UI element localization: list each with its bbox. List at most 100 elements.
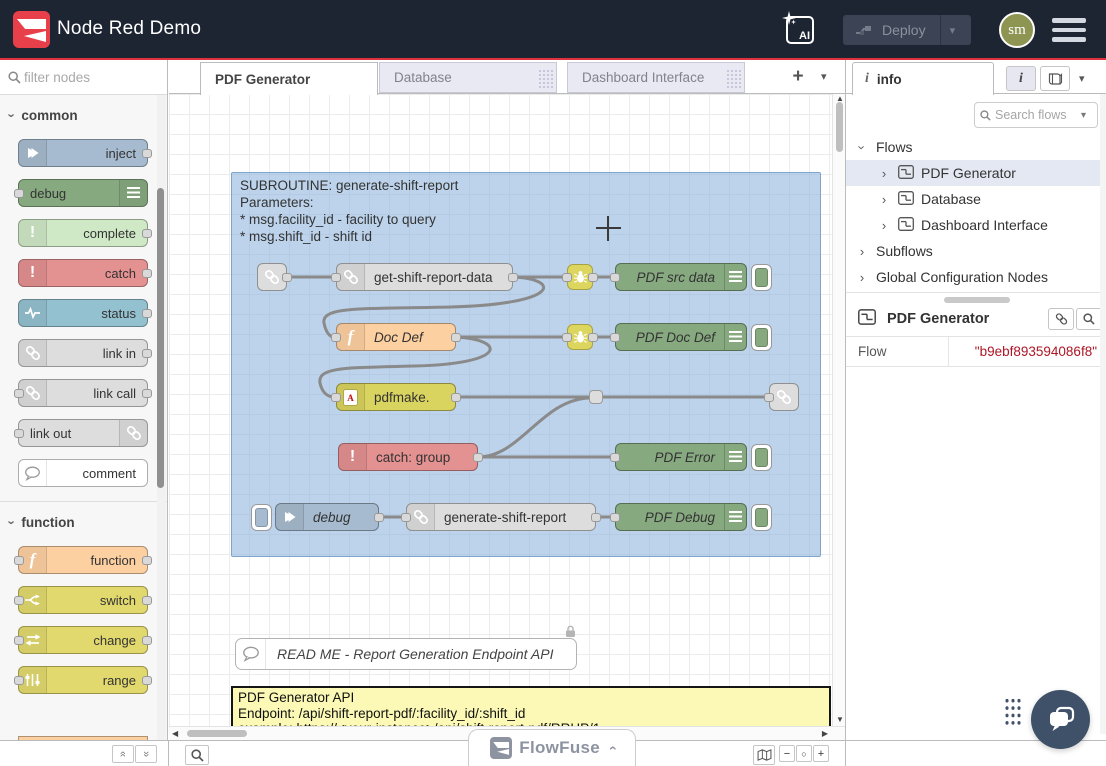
output-port[interactable] [142,389,152,398]
tree-row-global-config[interactable]: › Global Configuration Nodes [846,264,1106,290]
port[interactable] [610,513,620,522]
filter-nodes-input[interactable] [24,66,144,88]
input-port[interactable] [14,676,24,685]
palette-expand-all-button[interactable]: » [135,745,157,763]
link-call-node[interactable]: get-shift-report-data [336,263,513,291]
main-menu-button[interactable] [1052,18,1086,42]
tree-row-subflows[interactable]: › Subflows [846,238,1106,264]
search-flows-input[interactable] [995,108,1079,122]
port[interactable] [401,513,411,522]
function-node-doc-def[interactable]: f Doc Def [336,323,456,351]
port[interactable] [591,513,601,522]
copy-link-button[interactable] [1048,308,1074,330]
port[interactable] [331,333,341,342]
input-port[interactable] [14,389,24,398]
output-port[interactable] [142,676,152,685]
debug-toggle-button[interactable] [751,264,772,291]
scrollbar-thumb[interactable] [187,730,247,737]
debug-toggle-button[interactable] [751,444,772,471]
tab-dashboard-interface[interactable]: Dashboard Interface [567,62,745,93]
property-value-flow-id[interactable]: "b9ebf893594086f8" [949,337,1106,366]
flowfuse-panel-button[interactable]: FlowFuse › [468,729,636,766]
palette-node-catch[interactable]: ! catch [18,259,148,287]
tree-row-flows[interactable]: › Flows [846,134,1106,160]
comment-node-readme[interactable]: READ ME - Report Generation Endpoint API [235,638,577,670]
palette-category-function[interactable]: ›function [0,502,167,534]
input-port[interactable] [14,189,24,198]
palette-node-status[interactable]: status [18,299,148,327]
palette-scrollbar-thumb[interactable] [157,188,164,488]
palette-node-inject[interactable]: inject [18,139,148,167]
palette-scrollbar[interactable] [157,95,166,740]
port[interactable] [282,273,292,282]
canvas-search-button[interactable] [185,745,209,765]
debug-node-pdf-doc-def[interactable]: PDF Doc Def [615,323,747,351]
debug-node-pdf-error[interactable]: PDF Error [615,443,747,471]
debug-toggle-button[interactable] [751,504,772,531]
tree-row-database[interactable]: › Database [846,186,1106,212]
scroll-left-icon[interactable]: ◀ [172,730,178,738]
output-port[interactable] [142,229,152,238]
flow-group[interactable]: SUBROUTINE: generate-shift-reportParamet… [231,172,821,557]
input-port[interactable] [14,429,24,438]
port[interactable] [508,273,518,282]
search-caret-icon[interactable]: ▾ [1081,110,1086,121]
port[interactable] [374,513,384,522]
user-avatar[interactable]: sm [999,12,1035,48]
pdfmake-node[interactable]: A pdfmake. [336,383,456,411]
palette-node-function[interactable]: f function [18,546,148,574]
chevron-right-icon[interactable]: › [878,166,890,181]
zoom-reset-button[interactable]: ○ [796,745,812,762]
output-port[interactable] [142,596,152,605]
output-port[interactable] [142,556,152,565]
port[interactable] [610,273,620,282]
chevron-right-icon[interactable]: › [878,192,890,207]
port[interactable] [451,393,461,402]
palette-node-range[interactable]: range [18,666,148,694]
tree-row-dashboard-interface[interactable]: › Dashboard Interface [846,212,1106,238]
port[interactable] [764,393,774,402]
tree-row-pdf-generator[interactable]: › PDF Generator [846,160,1106,186]
widget-drag-handle[interactable] [1004,697,1021,725]
tab-list-caret-icon[interactable]: ▾ [821,70,827,83]
port[interactable] [562,273,572,282]
port[interactable] [473,453,483,462]
port[interactable] [588,273,598,282]
link-call-node-generate[interactable]: generate-shift-report [406,503,596,531]
input-port[interactable] [14,596,24,605]
sidebar-scrollbar[interactable] [1100,94,1106,734]
tab-database[interactable]: Database [379,62,557,93]
scroll-right-icon[interactable]: ▶ [822,730,828,738]
flow-canvas[interactable]: SUBROUTINE: generate-shift-reportParamet… [169,94,845,740]
navigator-map-button[interactable] [753,745,775,765]
scrollbar-thumb[interactable] [836,102,843,152]
help-book-button[interactable] [1040,66,1070,91]
input-port[interactable] [14,556,24,565]
palette-node-debug[interactable]: debug [18,179,148,207]
add-flow-button[interactable]: + [787,66,809,88]
inject-node-debug[interactable]: debug [275,503,379,531]
canvas-vertical-scrollbar[interactable]: ▲ ▼ [832,94,845,726]
info-panel-button[interactable]: i [1006,66,1036,91]
debug-node-pdf-debug[interactable]: PDF Debug [615,503,747,531]
port[interactable] [331,393,341,402]
zoom-in-button[interactable]: + [813,745,829,762]
port[interactable] [610,333,620,342]
chevron-right-icon[interactable]: › [856,244,868,259]
chevron-right-icon[interactable]: › [856,270,868,285]
port[interactable] [610,453,620,462]
port[interactable] [451,333,461,342]
output-port[interactable] [142,269,152,278]
zoom-out-button[interactable]: − [779,745,795,762]
wire-junction[interactable] [589,390,603,404]
deploy-caret-icon[interactable]: ▾ [941,24,965,37]
port[interactable] [331,273,341,282]
palette-filter[interactable] [0,60,167,95]
output-port[interactable] [142,309,152,318]
palette-node-switch[interactable]: switch [18,586,148,614]
ai-assistant-button[interactable]: AI [786,16,814,44]
deploy-button[interactable]: Deploy ▾ [843,15,971,45]
search-node-button[interactable] [1076,308,1102,330]
palette-collapse-all-button[interactable]: » [112,745,134,763]
palette-node-link-call[interactable]: link call [18,379,148,407]
